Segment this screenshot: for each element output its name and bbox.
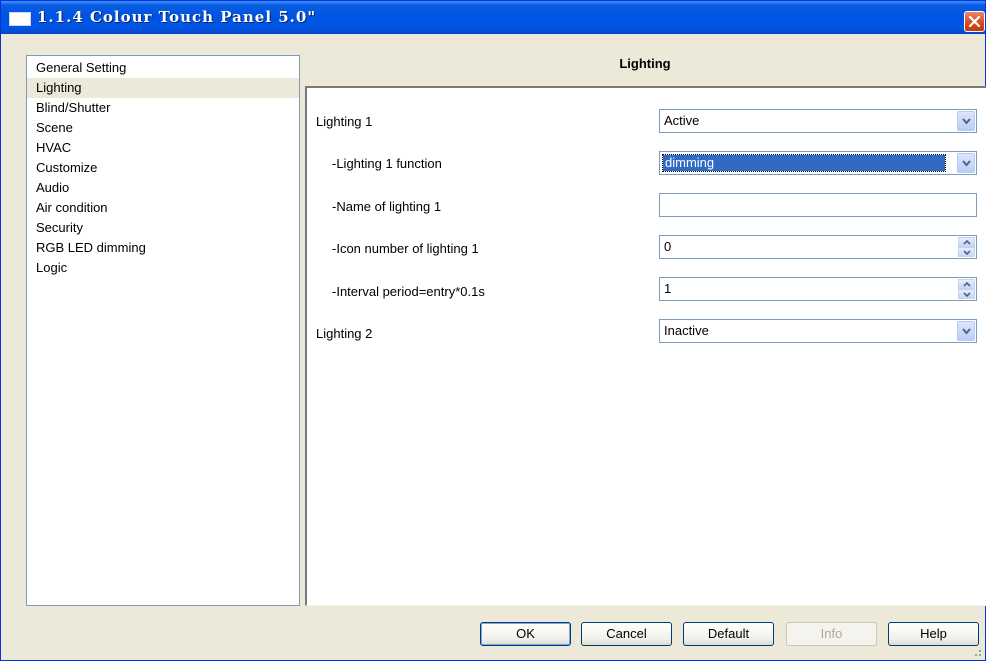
help-button[interactable]: Help — [888, 622, 979, 646]
nav-item-security[interactable]: Security — [27, 218, 299, 238]
interval-period-value: 1 — [664, 281, 672, 296]
name-lighting1-label: -Name of lighting 1 — [332, 199, 442, 214]
nav-item-scene[interactable]: Scene — [27, 118, 299, 138]
lighting2-dropdown-button[interactable] — [957, 321, 975, 341]
lighting1-function-select[interactable]: dimming — [659, 151, 977, 175]
interval-period-spinner — [958, 279, 975, 299]
chevron-down-icon — [963, 250, 971, 255]
nav-item-hvac[interactable]: HVAC — [27, 138, 299, 158]
cancel-button[interactable]: Cancel — [581, 622, 672, 646]
title-bar[interactable]: 1.1.4 Colour Touch Panel 5.0" — [1, 1, 985, 34]
nav-item-logic[interactable]: Logic — [27, 258, 299, 278]
lighting1-function-dropdown-button[interactable] — [957, 153, 975, 173]
default-button[interactable]: Default — [683, 622, 774, 646]
chevron-down-icon — [963, 292, 971, 297]
lighting1-select[interactable]: Active — [659, 109, 977, 133]
info-button: Info — [786, 622, 877, 646]
interval-period-up-button[interactable] — [958, 279, 975, 289]
dialog-window: 1.1.4 Colour Touch Panel 5.0" General Se… — [0, 0, 986, 661]
nav-item-general-setting[interactable]: General Setting — [27, 58, 299, 78]
lighting1-value: Active — [664, 113, 700, 128]
chevron-up-icon — [963, 240, 971, 245]
icon-number-spinner — [958, 237, 975, 257]
nav-item-air-condition[interactable]: Air condition — [27, 198, 299, 218]
icon-number-spinbox[interactable]: 0 — [659, 235, 977, 259]
lighting2-label: Lighting 2 — [316, 326, 373, 341]
icon-number-label: -Icon number of lighting 1 — [332, 241, 479, 256]
nav-item-blind-shutter[interactable]: Blind/Shutter — [27, 98, 299, 118]
icon-number-value: 0 — [664, 239, 672, 254]
lighting1-dropdown-button[interactable] — [957, 111, 975, 131]
interval-period-label: -Interval period=entry*0.1s — [332, 284, 485, 299]
icon-number-down-button[interactable] — [958, 247, 975, 257]
close-button[interactable] — [964, 11, 985, 32]
nav-item-lighting[interactable]: Lighting — [27, 78, 299, 98]
interval-period-spinbox[interactable]: 1 — [659, 277, 977, 301]
nav-item-rgb-led-dimming[interactable]: RGB LED dimming — [27, 238, 299, 258]
chevron-up-icon — [963, 282, 971, 287]
lighting2-value: Inactive — [664, 323, 709, 338]
lighting1-function-label: -Lighting 1 function — [332, 156, 442, 171]
close-icon — [968, 15, 981, 28]
section-title: Lighting — [619, 56, 671, 71]
chevron-down-icon — [962, 160, 971, 167]
name-lighting1-input[interactable] — [659, 193, 977, 217]
chevron-down-icon — [962, 328, 971, 335]
lighting1-label: Lighting 1 — [316, 114, 373, 129]
window-icon — [9, 12, 31, 26]
lighting2-select[interactable]: Inactive — [659, 319, 977, 343]
category-list[interactable]: General Setting Lighting Blind/Shutter S… — [26, 55, 300, 606]
icon-number-up-button[interactable] — [958, 237, 975, 247]
ok-button[interactable]: OK — [480, 622, 571, 646]
chevron-down-icon — [962, 118, 971, 125]
resize-grip-icon[interactable] — [972, 647, 982, 657]
lighting1-function-value: dimming — [662, 154, 946, 172]
nav-item-audio[interactable]: Audio — [27, 178, 299, 198]
window-title: 1.1.4 Colour Touch Panel 5.0" — [37, 8, 317, 26]
nav-item-customize[interactable]: Customize — [27, 158, 299, 178]
interval-period-down-button[interactable] — [958, 289, 975, 299]
